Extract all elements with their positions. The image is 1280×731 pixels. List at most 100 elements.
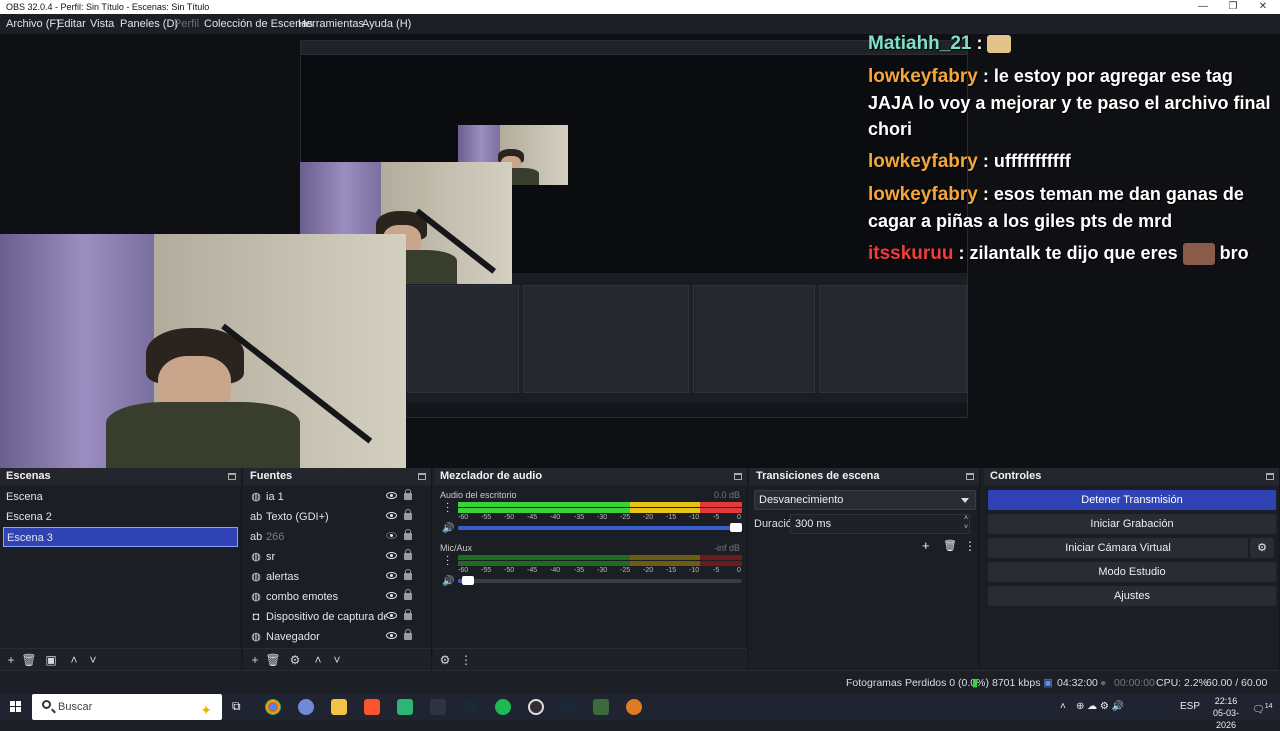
transition-select[interactable]: Desvanecimiento [754,490,976,510]
spotify-icon[interactable] [495,699,511,715]
lock-icon[interactable] [404,569,412,580]
steam-icon[interactable] [462,699,478,715]
kebab-menu-icon[interactable]: ⋮ [964,539,976,553]
obs-icon[interactable] [528,699,544,715]
chevron-down-icon[interactable]: ˅ [85,652,101,668]
source-item[interactable]: ◘Dispositivo de captura de vide [244,607,431,627]
volume-slider[interactable] [458,523,742,532]
eye-icon[interactable] [386,492,397,499]
eye-icon[interactable] [386,512,397,519]
taskbar-search[interactable]: Buscar ✦ [32,694,222,720]
chrome-icon[interactable] [265,699,281,715]
lock-icon[interactable] [404,589,412,600]
chat-overlay: Matiahh_21 : lowkeyfabry : le estoy por … [868,34,1280,273]
menu-edit[interactable]: Editar [57,14,86,34]
store-icon[interactable] [397,699,413,715]
source-item[interactable]: ◍ combo emotes [244,587,431,607]
filter-icon[interactable]: ▣ [43,652,59,668]
steam-icon[interactable] [560,699,576,715]
kebab-icon[interactable]: · · · [446,552,449,570]
advanced-audio-icon[interactable]: ⚙ [437,652,453,668]
app-icon[interactable] [593,699,609,715]
lock-icon[interactable] [404,489,412,500]
task-view-icon[interactable]: ⧉ [232,699,248,715]
brave-icon[interactable] [364,699,380,715]
start-virtual-camera-button[interactable]: Iniciar Cámara Virtual [988,538,1248,558]
undock-icon[interactable] [966,473,974,480]
globe-icon: ◍ [251,491,261,503]
settings-button[interactable]: Ajustes [988,586,1276,606]
eye-icon[interactable] [386,552,397,559]
eye-hidden-icon[interactable] [386,532,397,539]
lock-icon[interactable] [404,629,412,640]
trash-icon[interactable]: 🗑 [21,652,37,668]
kebab-icon[interactable]: · · · [446,499,449,517]
menu-help[interactable]: Ayuda (H) [362,14,411,34]
add-icon[interactable]: + [922,538,930,553]
epic-games-icon[interactable] [430,699,446,715]
undock-icon[interactable] [418,473,426,480]
chevron-up-icon[interactable]: ˄ [1060,694,1066,720]
source-item[interactable]: ab Texto (GDI+) [244,507,431,527]
speaker-icon[interactable]: 🔊 [442,576,454,587]
eye-icon[interactable] [386,572,397,579]
eye-icon[interactable] [386,592,397,599]
lock-icon[interactable] [404,609,412,620]
search-placeholder: Buscar [58,701,93,713]
lock-icon[interactable] [404,509,412,520]
clock[interactable]: 22:16 05-03-2026 [1204,694,1248,731]
menu-view[interactable]: Vista [90,14,114,34]
source-item[interactable]: ◍ Navegador [244,627,431,647]
scene-item[interactable]: Escena 2 [0,507,241,527]
minimize-button[interactable]: — [1188,0,1218,14]
scene-item-selected[interactable]: Escena 3 [3,527,238,547]
lock-icon[interactable] [404,549,412,560]
discord-icon[interactable] [298,699,314,715]
gear-icon[interactable]: ⚙ [287,652,303,668]
kebab-menu-icon[interactable]: ⋮ [458,652,474,668]
add-icon[interactable]: + [247,652,263,668]
eye-icon[interactable] [386,632,397,639]
trash-icon[interactable]: 🗑 [943,539,957,552]
undock-icon[interactable] [228,473,236,480]
eye-icon[interactable] [386,612,397,619]
language-indicator[interactable]: ESP [1180,694,1200,720]
stop-streaming-button[interactable]: Detener Transmisión [988,490,1276,510]
duration-stepper[interactable]: ˄ ˅ [960,514,972,534]
undock-icon[interactable] [734,473,742,480]
tray-icons[interactable]: ⊕ ☁ ⚙ 🔊 [1076,694,1124,720]
menu-profile[interactable]: Perfil [174,14,199,34]
start-recording-button[interactable]: Iniciar Grabación [988,514,1276,534]
chevron-down-icon[interactable]: ˅ [329,652,345,668]
windows-start-icon[interactable] [10,701,22,713]
source-item[interactable]: ab 266 [244,527,431,547]
notification-icon[interactable]: 🗨14 [1252,694,1273,723]
menu-tools[interactable]: Herramientas [298,14,364,34]
menu-scene-collection[interactable]: Colección de Escenas [204,14,313,34]
source-item[interactable]: ◍ ia 1 [244,487,431,507]
sparkle-icon: ✦ [200,702,212,718]
source-item[interactable]: ◍ alertas [244,567,431,587]
firefox-icon[interactable] [626,699,642,715]
scene-item[interactable]: Escena [0,487,241,507]
file-explorer-icon[interactable] [331,699,347,715]
source-item[interactable]: ◍ sr [244,547,431,567]
volume-slider[interactable] [458,576,742,585]
add-icon[interactable]: + [3,652,19,668]
close-button[interactable]: ✕ [1248,0,1278,14]
duration-input[interactable]: 300 ms [790,514,970,534]
sources-dock: Fuentes ◍ ia 1 ab Texto (GDI+) ab 266 ◍ sr ◍… [244,468,432,670]
undock-icon[interactable] [1266,473,1274,480]
chevron-up-icon[interactable]: ˄ [66,652,82,668]
cpu-usage: CPU: 2.2% [1156,677,1208,689]
lock-icon[interactable] [404,529,412,540]
gear-icon[interactable]: ⚙ [1250,538,1274,558]
studio-mode-button[interactable]: Modo Estudio [988,562,1276,582]
chevron-up-icon[interactable]: ˄ [310,652,326,668]
trash-icon[interactable]: 🗑 [265,652,281,668]
program-preview[interactable]: Matiahh_21 : lowkeyfabry : le estoy por … [0,34,1280,468]
menu-file[interactable]: Archivo (F) [6,14,60,34]
maximize-button[interactable]: ❐ [1218,0,1248,14]
speaker-icon[interactable]: 🔊 [442,523,454,534]
menu-docks[interactable]: Paneles (D) [120,14,178,34]
